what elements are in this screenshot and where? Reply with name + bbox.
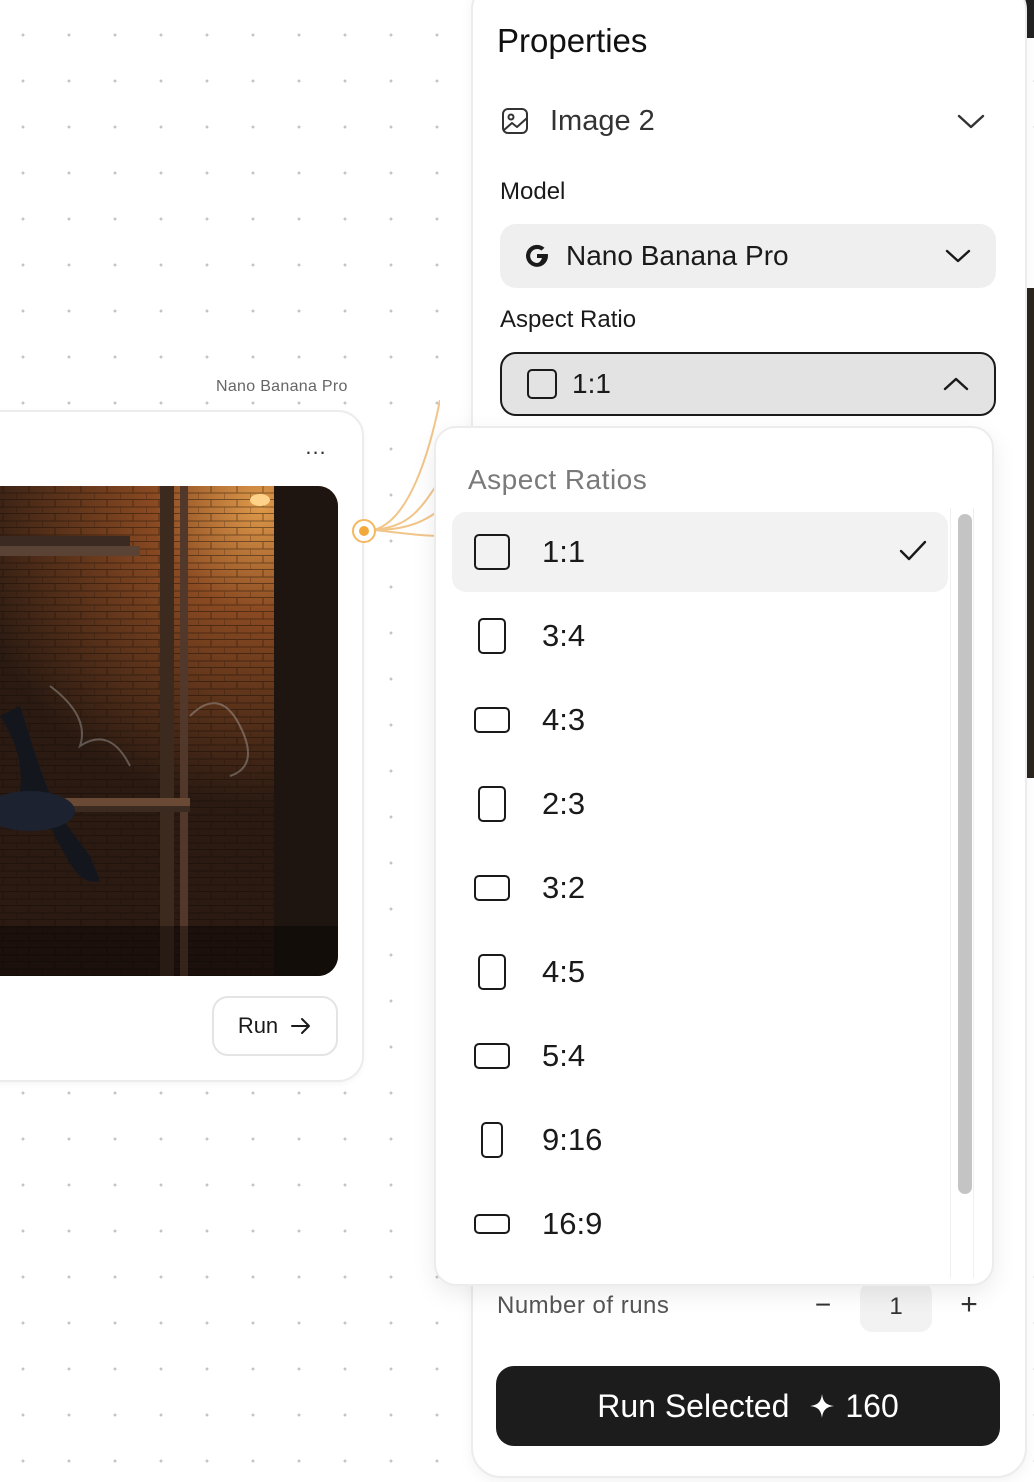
model-select[interactable]: Nano Banana Pro: [500, 224, 996, 288]
aspect-ratio-option-label: 4:3: [542, 702, 586, 737]
aspect-ratio-option-label: 4:5: [542, 954, 586, 989]
node-menu-button[interactable]: ...: [302, 436, 330, 462]
aspect-ratio-option[interactable]: 9:16: [452, 1100, 948, 1180]
aspect-ratio-select[interactable]: 1:1: [500, 352, 996, 416]
aspect-ratio-option[interactable]: 3:2: [452, 848, 948, 928]
aspect-ratio-option-label: 1:1: [542, 534, 586, 569]
run-selected-label: Run Selected: [597, 1387, 790, 1424]
image-icon: [502, 108, 528, 134]
node-label: Nano Banana Pro: [216, 378, 348, 395]
check-icon: [898, 536, 928, 574]
edge-image-strip: [1026, 288, 1034, 778]
alley-image-illustration: [0, 486, 338, 976]
aspect-ratio-option-label: 16:9: [542, 1206, 603, 1241]
aspect-ratio-option-label: 3:2: [542, 870, 586, 905]
portrait-ratio-icon: [472, 616, 512, 656]
connector-lines: [373, 399, 440, 537]
node-name: Image 2: [550, 104, 655, 137]
wide-ratio-icon: [472, 1204, 512, 1244]
panel-title: Properties: [497, 22, 648, 59]
aspect-ratio-option[interactable]: 4:3: [452, 680, 948, 760]
run-cost: 160: [809, 1387, 899, 1425]
sparkle-icon: [810, 1394, 835, 1418]
output-port[interactable]: [352, 519, 376, 543]
number-of-runs-label: Number of runs: [497, 1292, 670, 1319]
aspect-ratio-label: Aspect Ratio: [500, 306, 637, 333]
node-selector[interactable]: Image 2: [500, 100, 986, 142]
chevron-down-icon: [957, 114, 985, 129]
model-value: Nano Banana Pro: [566, 240, 789, 271]
dropdown-scrollbar[interactable]: [958, 514, 972, 1194]
portrait-ratio-icon: [472, 784, 512, 824]
aspect-ratio-value: 1:1: [572, 368, 611, 399]
aspect-ratio-option-label: 9:16: [542, 1122, 603, 1157]
runs-value-input[interactable]: 1: [860, 1282, 932, 1332]
aspect-ratio-option[interactable]: 4:5: [452, 932, 948, 1012]
dropdown-title: Aspect Ratios: [468, 464, 648, 495]
chevron-up-icon: [943, 377, 969, 391]
portrait-ratio-icon: [472, 952, 512, 992]
aspect-ratio-option[interactable]: 1:1: [452, 512, 948, 592]
aspect-ratio-dropdown: Aspect Ratios 1:1 3:4 4:3 2:3 3:2 4:5 5:4 9:16 1…: [434, 426, 994, 1286]
aspect-ratio-option[interactable]: 16:9: [452, 1184, 948, 1264]
model-label: Model: [500, 178, 566, 205]
chevron-down-icon: [945, 249, 971, 263]
landscape-ratio-icon: [472, 868, 512, 908]
runs-decrement-button[interactable]: −: [808, 1290, 838, 1320]
run-cost-value: 160: [845, 1387, 899, 1424]
runs-increment-button[interactable]: +: [954, 1290, 984, 1320]
generated-image: [0, 486, 338, 976]
tall-ratio-icon: [472, 1120, 512, 1160]
square-ratio-icon: [472, 532, 512, 572]
landscape-ratio-icon: [472, 1036, 512, 1076]
aspect-ratio-option[interactable]: 3:4: [452, 596, 948, 676]
run-button-label: Run: [237, 1013, 279, 1038]
aspect-ratio-option[interactable]: 5:4: [452, 1016, 948, 1096]
square-ratio-icon: [527, 369, 557, 399]
run-button[interactable]: Run: [212, 996, 338, 1056]
aspect-ratio-option-label: 2:3: [542, 786, 586, 821]
google-g-icon: [526, 244, 548, 267]
aspect-ratio-option-label: 5:4: [542, 1038, 586, 1073]
aspect-ratio-option-label: 3:4: [542, 618, 586, 653]
arrow-right-icon: [291, 1018, 311, 1034]
aspect-ratio-option[interactable]: 2:3: [452, 764, 948, 844]
run-selected-button[interactable]: Run Selected 160: [496, 1366, 1000, 1446]
landscape-ratio-icon: [472, 700, 512, 740]
